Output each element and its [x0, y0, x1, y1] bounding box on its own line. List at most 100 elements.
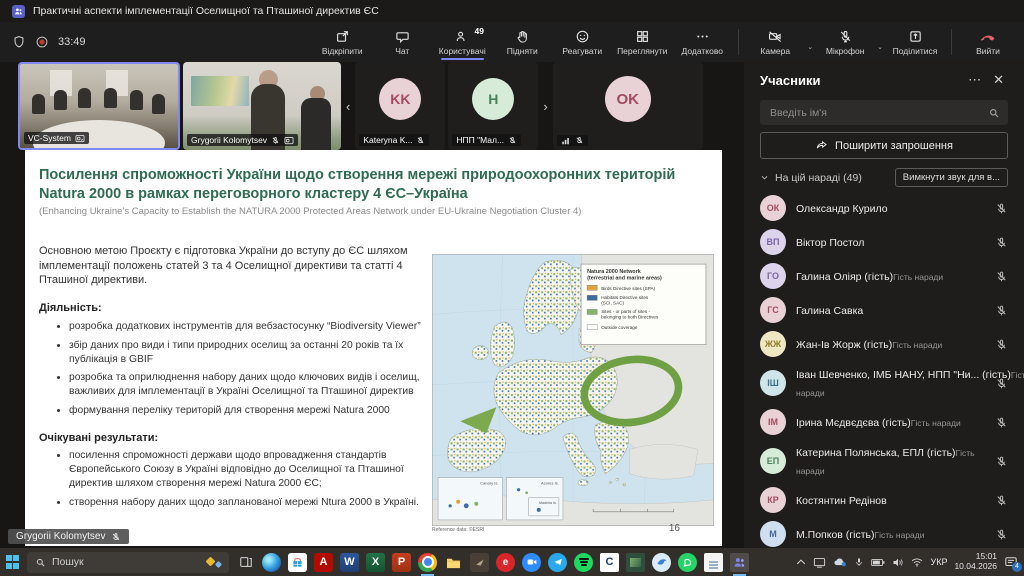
microphone-options-chevron[interactable]: ⌄	[875, 43, 885, 51]
copilot-icon	[207, 558, 221, 567]
microsoft-store-icon[interactable]	[288, 553, 307, 572]
share-screen-icon	[908, 29, 923, 44]
svg-text:(terrestrial and marine areas): (terrestrial and marine areas)	[587, 276, 662, 282]
react-button[interactable]: Реагувати	[552, 22, 612, 62]
c-app-icon[interactable]: C	[600, 553, 619, 572]
network-icon[interactable]	[911, 557, 923, 567]
mic-off-icon[interactable]	[995, 236, 1008, 249]
panel-close-icon[interactable]: ✕	[987, 72, 1010, 88]
taskbar-search[interactable]: Пошук	[27, 552, 229, 573]
more-button[interactable]: Додатково	[672, 22, 732, 62]
participant-row[interactable]: М М.Попков (гість)Гість наради	[744, 517, 1024, 548]
mic-off-icon[interactable]	[995, 304, 1008, 317]
tray-expand-chevron[interactable]	[796, 558, 806, 566]
participant-row[interactable]: ВП Віктор Постол	[744, 225, 1024, 259]
camera-button[interactable]: Камера	[745, 22, 805, 62]
participant-row[interactable]: ЕП Катерина Полянська, ЕПЛ (гість)Гість …	[744, 439, 1024, 483]
svg-text:Birds Directive sites (SPA): Birds Directive sites (SPA)	[601, 286, 655, 291]
avatar: ІШ	[760, 370, 786, 396]
cast-screen-icon[interactable]	[813, 557, 826, 568]
notifications-icon[interactable]: 4	[1004, 556, 1018, 569]
mic-off-icon[interactable]	[995, 270, 1008, 283]
language-indicator[interactable]: УКР	[930, 557, 947, 567]
microphone-button[interactable]: Мікрофон	[815, 22, 875, 62]
participants-button[interactable]: 49 Користувачі	[432, 22, 492, 62]
mic-off-icon[interactable]	[995, 494, 1008, 507]
video-filmstrip: VC-System Grygorii Kolomytsev ‹ KK Kater…	[18, 62, 703, 150]
tray-mic-icon[interactable]	[854, 556, 864, 568]
video-on-icon	[75, 134, 85, 143]
video-tile-grygorii[interactable]: Grygorii Kolomytsev	[183, 62, 341, 150]
word-icon[interactable]: W	[340, 553, 359, 572]
participant-search[interactable]	[760, 100, 1008, 125]
mic-off-icon[interactable]	[995, 528, 1008, 541]
graphics-app-icon[interactable]	[470, 553, 489, 572]
mute-all-button[interactable]: Вимкнути звук для в...	[895, 168, 1008, 187]
mic-off-icon[interactable]	[995, 338, 1008, 351]
chrome-icon[interactable]	[418, 553, 437, 572]
file-explorer-icon[interactable]	[444, 553, 463, 572]
video-tile-ok[interactable]: OK	[553, 62, 703, 150]
meeting-toolbar: 33:49 Відкріпити Чат 49 Користувачі Підн…	[0, 22, 1024, 62]
filmstrip-scroll-left[interactable]: ‹	[344, 99, 352, 114]
video-tile-npp[interactable]: H НПП "Мал...	[448, 62, 538, 150]
participant-row[interactable]: ІМ Ірина Мєдвєдєва (гість)Гість наради	[744, 405, 1024, 439]
share-button[interactable]: Поділитися	[885, 22, 945, 62]
chat-button[interactable]: Чат	[372, 22, 432, 62]
participant-row[interactable]: ІШ Іван Шевченко, ІМБ НАНУ, НПП "Ни... (…	[744, 361, 1024, 405]
panel-more-icon[interactable]: ⋯	[962, 72, 987, 88]
speaker-icon[interactable]	[892, 557, 904, 568]
view-button[interactable]: Переглянути	[612, 22, 672, 62]
zoom-icon[interactable]	[522, 553, 541, 572]
participant-row[interactable]: ГС Галина Савка	[744, 293, 1024, 327]
slide-intro: Основною метою Проєкту є підготовка Укра…	[39, 244, 431, 288]
snap-app-icon[interactable]	[626, 553, 645, 572]
mic-off-icon[interactable]	[995, 202, 1008, 215]
people-icon	[455, 29, 470, 44]
participant-row[interactable]: ЖЖ Жан-Ів Жорж (гість)Гість наради	[744, 327, 1024, 361]
battery-icon[interactable]	[871, 558, 885, 567]
participants-count-badge: 49	[475, 26, 484, 36]
antivirus-icon[interactable]: e	[496, 553, 515, 572]
participant-search-input[interactable]	[768, 106, 988, 120]
participants-list: ОК Олександр Курило ВП Віктор Постол ГО …	[744, 191, 1024, 548]
bird-app-icon[interactable]	[652, 553, 671, 572]
section-in-meeting[interactable]: На цій нараді (49)	[760, 172, 895, 184]
whatsapp-icon[interactable]	[678, 553, 697, 572]
telegram-icon[interactable]	[548, 553, 567, 572]
meeting-title: Практичні аспекти імплементації Оселищно…	[33, 5, 379, 17]
raise-hand-button[interactable]: Підняти	[492, 22, 552, 62]
camera-options-chevron[interactable]: ⌄	[805, 43, 815, 51]
teams-icon[interactable]	[730, 553, 749, 572]
share-invite-button[interactable]: Поширити запрошення	[760, 132, 1008, 159]
unpin-button[interactable]: Відкріпити	[312, 22, 372, 62]
video-tile-vc-system[interactable]: VC-System	[18, 62, 180, 150]
spotify-icon[interactable]	[574, 553, 593, 572]
svg-text:Natura 2000 Network: Natura 2000 Network	[587, 269, 642, 275]
excel-icon[interactable]: X	[366, 553, 385, 572]
start-button[interactable]	[6, 555, 20, 569]
filmstrip-scroll-right[interactable]: ›	[541, 99, 549, 114]
participant-row[interactable]: КР Костянтин Редінов	[744, 483, 1024, 517]
more-ellipsis-icon	[695, 29, 710, 44]
powerpoint-icon[interactable]: P	[392, 553, 411, 572]
slide-title: Посилення спроможності України щодо ство…	[39, 166, 707, 203]
leave-button[interactable]: Вийти	[958, 22, 1018, 62]
participant-row[interactable]: ГО Галина Оліяр (гість)Гість наради	[744, 259, 1024, 293]
mic-off-icon	[575, 136, 584, 145]
video-tile-kateryna[interactable]: KK Kateryna K...	[355, 62, 445, 150]
taskbar-clock[interactable]: 15:01 10.04.2026	[954, 552, 997, 572]
edge-icon[interactable]	[262, 553, 281, 572]
avatar: ГО	[760, 263, 786, 289]
participant-row[interactable]: ОК Олександр Курило	[744, 191, 1024, 225]
acrobat-icon[interactable]: A	[314, 553, 333, 572]
mic-off-icon[interactable]	[995, 455, 1008, 468]
task-view-icon[interactable]	[236, 553, 255, 572]
notepad-icon[interactable]	[704, 553, 723, 572]
mic-off-icon[interactable]	[995, 416, 1008, 429]
onedrive-cloud-icon[interactable]	[833, 557, 847, 567]
popout-icon	[335, 29, 350, 44]
mic-off-icon[interactable]	[995, 377, 1008, 390]
avatar: H	[472, 78, 514, 120]
camera-off-icon	[767, 29, 783, 44]
